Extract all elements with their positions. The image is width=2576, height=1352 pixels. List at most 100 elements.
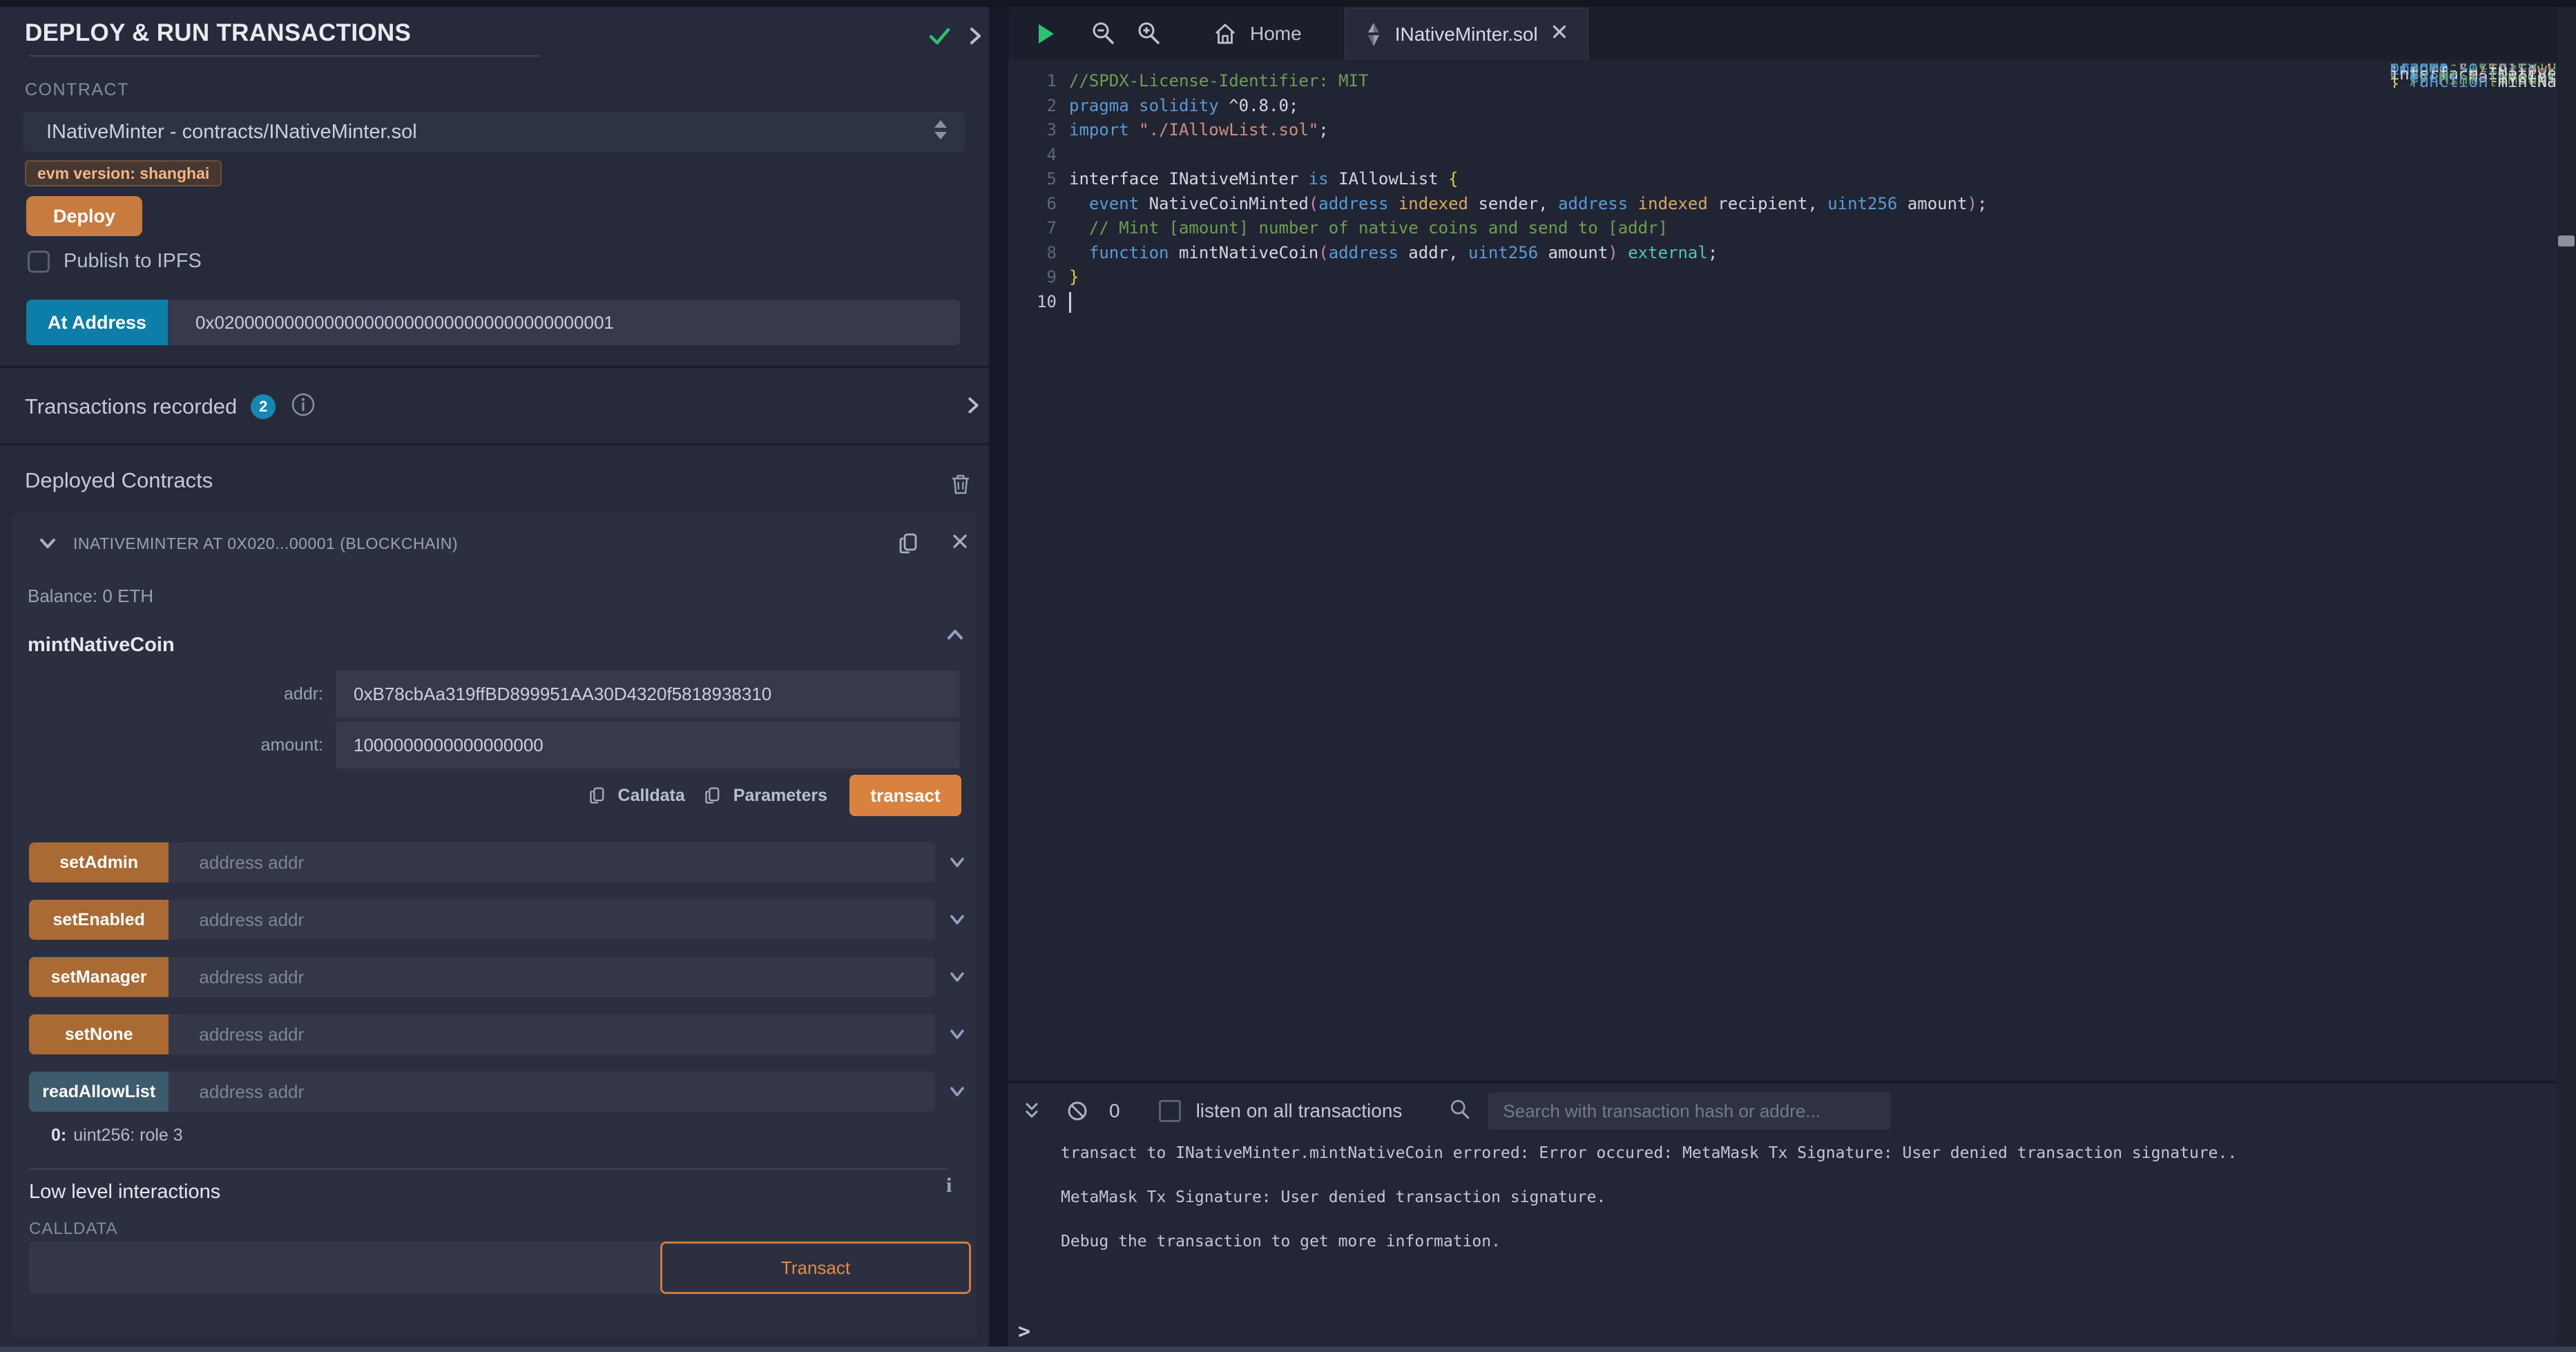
transact-button[interactable]: transact	[849, 775, 961, 816]
remix-ide-window: DEPLOY & RUN TRANSACTIONS CONTRACT INati…	[0, 0, 2576, 1352]
chevron-down-icon[interactable]	[36, 532, 59, 559]
calldata-input[interactable]	[29, 1242, 660, 1294]
zoom-out-icon[interactable]	[1090, 20, 1117, 48]
setNone-button[interactable]: setNone	[29, 1014, 169, 1054]
double-chevron-down-icon[interactable]	[1019, 1099, 1044, 1123]
field-input-amount[interactable]	[336, 722, 960, 769]
code-token	[1129, 120, 1139, 139]
transactions-recorded-label: Transactions recorded	[25, 394, 237, 419]
instance-title: INATIVEMINTER AT 0X020...00001 (BLOCKCHA…	[73, 534, 458, 553]
deploy-button[interactable]: Deploy	[26, 196, 142, 236]
at-address-button[interactable]: At Address	[26, 300, 168, 345]
tab-file-label: INativeMinter.sol	[1395, 23, 1538, 46]
transactions-count-badge: 2	[251, 394, 276, 419]
code-token: IAllowList	[1329, 169, 1448, 189]
code-token: }	[1069, 267, 1079, 287]
parameters-copy-label: Parameters	[733, 786, 827, 806]
code-token: indexed	[1638, 194, 1708, 213]
function-title: mintNativeCoin	[28, 634, 175, 657]
terminal-log-line: Debug the transaction to get more inform…	[1061, 1231, 2237, 1252]
function-field-row: addr:	[12, 670, 977, 718]
zoom-in-icon[interactable]	[1135, 20, 1163, 48]
transactions-recorded-row[interactable]: Transactions recorded 2	[25, 391, 317, 422]
terminal-toolbar: 0 listen on all transactions	[1008, 1089, 2557, 1133]
section-divider	[0, 443, 989, 445]
field-input-addr[interactable]	[336, 670, 960, 717]
publish-ipfs-label: Publish to IPFS	[64, 250, 202, 273]
code-editor[interactable]: 12345678910 //SPDX-License-Identifier: M…	[1008, 61, 2557, 1081]
code-token: amount	[1538, 243, 1608, 262]
setAdmin-button[interactable]: setAdmin	[29, 842, 169, 882]
calldata-label: CALLDATA	[29, 1219, 117, 1239]
code-token: //SPDX-License-Identifier: MIT	[1069, 71, 1368, 90]
calldata-row: Transact	[29, 1242, 971, 1294]
calldata-copy-button[interactable]: Calldata	[586, 784, 685, 807]
code-token: external	[1628, 243, 1708, 262]
close-icon[interactable]	[949, 530, 971, 556]
expand-panel-icon[interactable]	[963, 23, 988, 52]
instance-header[interactable]: INATIVEMINTER AT 0X020...00001 (BLOCKCHA…	[12, 529, 977, 559]
chevron-down-icon[interactable]	[946, 1081, 968, 1103]
line-number-gutter: 12345678910	[1008, 69, 1057, 314]
chevron-down-icon[interactable]	[946, 851, 968, 873]
window-scrollbar-thumb[interactable]	[2558, 235, 2575, 247]
setManager-button[interactable]: setManager	[29, 957, 169, 997]
transactions-expand-icon[interactable]	[961, 394, 985, 421]
editor-minimap[interactable]: //SPDX-License-Identifier: MITpragma sol…	[2390, 64, 2555, 88]
line-number: 4	[1008, 143, 1057, 168]
terminal-prompt[interactable]: >	[1018, 1320, 1030, 1344]
code-token: function	[2410, 72, 2488, 88]
window-top-edge	[0, 0, 2576, 7]
terminal-panel: 0 listen on all transactions transact to…	[1008, 1081, 2557, 1352]
tab-home[interactable]: Home	[1193, 7, 1320, 61]
close-icon[interactable]	[1549, 21, 1570, 47]
setManager-input[interactable]	[169, 957, 935, 997]
ban-icon[interactable]	[1065, 1099, 1090, 1123]
listen-checkbox[interactable]	[1159, 1100, 1181, 1122]
info-icon[interactable]	[289, 391, 317, 422]
readAllowList-button[interactable]: readAllowList	[29, 1072, 169, 1112]
chevron-up-icon[interactable]	[943, 623, 967, 650]
output-value: uint256: role 3	[73, 1126, 182, 1145]
code-token	[1129, 96, 1139, 115]
code-token	[1069, 218, 1089, 238]
code-line: pragma solidity ^0.8.0;	[1069, 94, 1987, 119]
solidity-icon	[1363, 21, 1384, 48]
code-token: sender,	[1468, 194, 1558, 213]
trash-icon[interactable]	[948, 471, 974, 501]
copy-icon[interactable]	[895, 529, 924, 561]
play-icon[interactable]	[1032, 20, 1059, 48]
info-icon[interactable]: i	[946, 1174, 952, 1197]
code-token: recipient,	[1708, 194, 1827, 213]
code-token: address	[1329, 243, 1398, 262]
deployed-instance-card: INATIVEMINTER AT 0X020...00001 (BLOCKCHA…	[12, 512, 977, 1338]
at-address-row: At Address	[26, 300, 960, 345]
function-row: setNone	[29, 1014, 968, 1054]
contract-select[interactable]: INativeMinter - contracts/INativeMinter.…	[23, 112, 965, 152]
code-token: )	[1608, 243, 1617, 262]
readAllowList-input[interactable]	[169, 1072, 935, 1112]
chevron-down-icon[interactable]	[946, 909, 968, 931]
listen-label: listen on all transactions	[1196, 1100, 1403, 1122]
terminal-log-line: MetaMask Tx Signature: User denied trans…	[1061, 1187, 2237, 1208]
setAdmin-input[interactable]	[169, 842, 935, 882]
code-token: address	[1318, 194, 1388, 213]
setEnabled-button[interactable]: setEnabled	[29, 900, 169, 940]
title-underline	[29, 55, 540, 57]
code-line: }	[1069, 265, 1987, 290]
code-line: function mintNativeCoin(address addr, ui…	[1069, 241, 1987, 266]
low-level-transact-button[interactable]: Transact	[660, 1242, 971, 1294]
code-area[interactable]: //SPDX-License-Identifier: MIT pragma sol…	[1069, 69, 1987, 314]
function-row: setManager	[29, 957, 968, 997]
code-token: is	[1309, 169, 1329, 189]
chevron-down-icon[interactable]	[946, 1023, 968, 1045]
terminal-search-input[interactable]	[1488, 1092, 1891, 1130]
setEnabled-input[interactable]	[169, 900, 935, 940]
publish-ipfs-checkbox[interactable]	[28, 251, 50, 273]
chevron-down-icon[interactable]	[946, 966, 968, 988]
parameters-copy-button[interactable]: Parameters	[702, 784, 827, 807]
at-address-input[interactable]	[168, 300, 960, 345]
setNone-input[interactable]	[169, 1014, 935, 1054]
tab-inativeminter[interactable]: INativeMinter.sol	[1345, 8, 1588, 60]
code-token: // Mint [amount] number of native coins …	[1089, 218, 1668, 238]
